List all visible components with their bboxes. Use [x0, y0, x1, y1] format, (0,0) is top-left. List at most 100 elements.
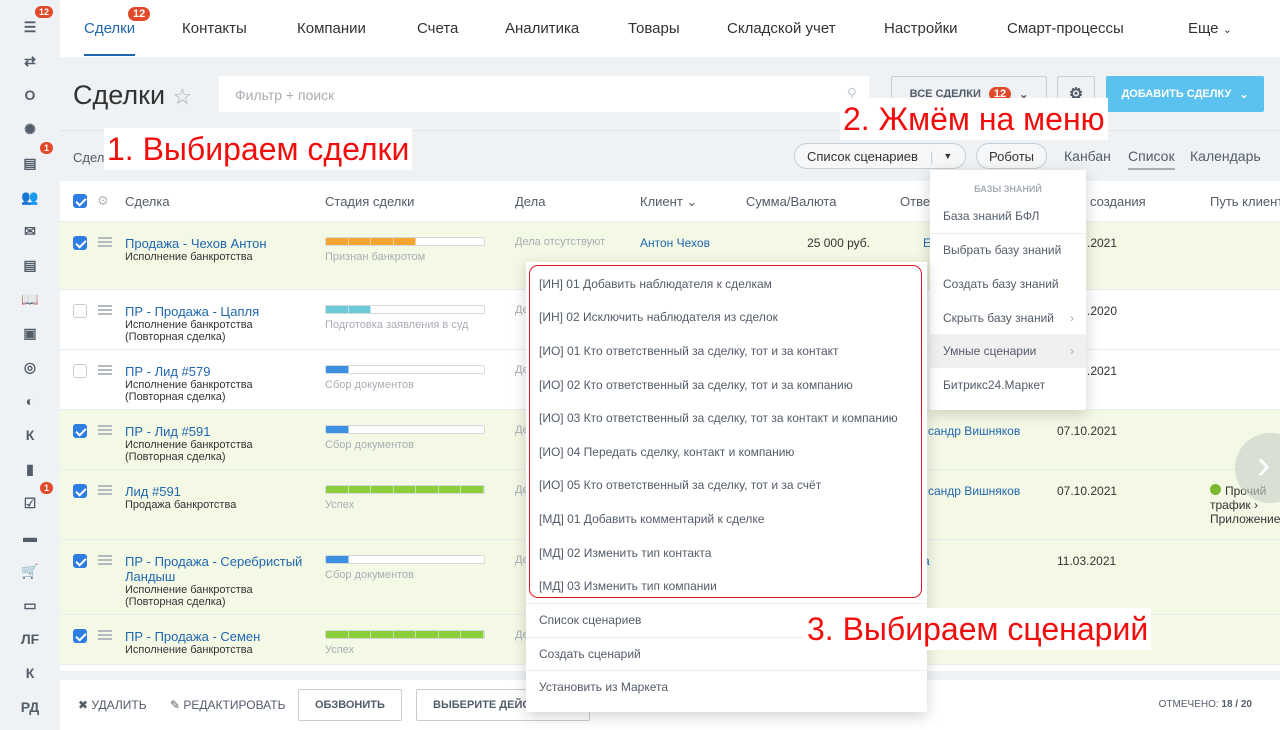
- scenario-menu-item[interactable]: [ИО] 04 Передать сделку, контакт и компа…: [526, 435, 927, 469]
- scenario-menu-item[interactable]: [МД] 03 Изменить тип компании: [526, 569, 927, 603]
- knowledge-menu-item[interactable]: Создать базу знаний: [930, 267, 1086, 301]
- stage-progress[interactable]: Подготовка заявления в суд: [325, 305, 485, 331]
- responsible-link[interactable]: сандр Вишняков: [928, 424, 1020, 438]
- knowledge-menu-item[interactable]: Умные сценарии ›: [930, 334, 1086, 368]
- tab-more[interactable]: Еще ⌄: [1188, 20, 1232, 37]
- tab-contacts[interactable]: Контакты: [182, 20, 247, 37]
- view-list[interactable]: Список: [1128, 148, 1175, 170]
- tab-smart-processes[interactable]: Смарт-процессы: [1007, 20, 1124, 37]
- row-checkbox[interactable]: [73, 554, 87, 568]
- sidebar-item-chart-icon[interactable]: ▮: [15, 454, 45, 484]
- stage-progress[interactable]: Успех: [325, 485, 485, 511]
- tab-invoices[interactable]: Счета: [417, 20, 458, 37]
- deal-name-link[interactable]: ПР - Продажа - Серебристый Ландыш: [125, 554, 305, 584]
- knowledge-menu-item[interactable]: Выбрать базу знаний: [930, 234, 1086, 268]
- stage-progress[interactable]: Сбор документов: [325, 425, 485, 451]
- row-checkbox[interactable]: [73, 236, 87, 250]
- call-button[interactable]: ОБЗВОНИТЬ: [298, 689, 402, 721]
- sidebar-item-letter[interactable]: О: [15, 80, 45, 110]
- sidebar-item-letter[interactable]: К: [15, 658, 45, 688]
- edit-button[interactable]: ✎ РЕДАКТИРОВАТЬ: [170, 698, 285, 712]
- sidebar-item-letter[interactable]: РД: [15, 692, 45, 722]
- sidebar-item-moon-icon[interactable]: ◐: [15, 386, 45, 416]
- select-all-checkbox[interactable]: [73, 194, 87, 208]
- column-sum[interactable]: Сумма/Валюта: [746, 194, 836, 209]
- column-responsible[interactable]: Отве: [900, 194, 930, 209]
- scenario-menu-item[interactable]: [ИО] 01 Кто ответственный за сделку, тот…: [526, 334, 927, 368]
- sidebar-item-sites-icon[interactable]: ✺: [15, 114, 45, 144]
- client-link[interactable]: Антон Чехов: [640, 236, 710, 250]
- robots-button[interactable]: Роботы: [976, 143, 1048, 169]
- scenario-menu-item[interactable]: [ИО] 03 Кто ответственный за сделку, тот…: [526, 401, 927, 435]
- sidebar-item-task-icon[interactable]: ☑ 1: [15, 482, 53, 518]
- deal-name-link[interactable]: Лид #591: [125, 484, 305, 499]
- row-checkbox[interactable]: [73, 364, 87, 378]
- row-checkbox[interactable]: [73, 629, 87, 643]
- row-checkbox[interactable]: [73, 304, 87, 318]
- sidebar-item-letter[interactable]: К: [15, 420, 45, 450]
- column-route[interactable]: Путь клиент: [1210, 194, 1280, 209]
- deal-name-link[interactable]: ПР - Продажа - Семен: [125, 629, 305, 644]
- sidebar-item-cash-register-icon[interactable]: ▬: [15, 522, 45, 552]
- sidebar-item-filter-icon[interactable]: ☰ 12: [15, 6, 53, 42]
- stage-progress[interactable]: Сбор документов: [325, 555, 485, 581]
- search-input[interactable]: Фильтр + поиск ⚲: [219, 76, 869, 112]
- scenario-menu-item[interactable]: [ИО] 02 Кто ответственный за сделку, тот…: [526, 368, 927, 402]
- scenario-menu-item[interactable]: [ИО] 05 Кто ответственный за сделку, тот…: [526, 469, 927, 503]
- add-deal-button[interactable]: ДОБАВИТЬ СДЕЛКУ ⌄: [1106, 76, 1264, 112]
- drag-handle-icon[interactable]: [98, 237, 112, 247]
- column-deal[interactable]: Сделка: [125, 194, 170, 209]
- sidebar-item-letter[interactable]: ЛF: [15, 624, 45, 654]
- deal-name-link[interactable]: Продажа - Чехов Антон: [125, 236, 305, 251]
- delete-button[interactable]: ✖ УДАЛИТЬ: [78, 698, 147, 712]
- tab-deals[interactable]: Сделки 12: [84, 7, 151, 56]
- deal-name-link[interactable]: ПР - Продажа - Цапля: [125, 304, 305, 319]
- scenario-menu-item[interactable]: [ИН] 01 Добавить наблюдателя к сделкам: [526, 267, 927, 301]
- row-checkbox[interactable]: [73, 484, 87, 498]
- sidebar-item-people-icon[interactable]: 👥: [15, 182, 45, 212]
- sidebar-item-book-icon[interactable]: 📖: [15, 284, 45, 314]
- sidebar-item-target-icon[interactable]: ◎: [15, 352, 45, 382]
- drag-handle-icon[interactable]: [98, 365, 112, 375]
- drag-handle-icon[interactable]: [98, 425, 112, 435]
- tab-products[interactable]: Товары: [628, 20, 680, 37]
- stage-progress[interactable]: Успех: [325, 630, 485, 656]
- responsible-link[interactable]: сандр Вишняков: [928, 484, 1020, 498]
- sidebar-item-document-icon[interactable]: ▤: [15, 250, 45, 280]
- stage-progress[interactable]: Признан банкротом: [325, 237, 485, 263]
- scenario-footer-item[interactable]: Установить из Маркета: [526, 670, 927, 704]
- view-kanban[interactable]: Канбан: [1064, 148, 1111, 164]
- scenarios-button[interactable]: Список сценариев | ▼: [794, 143, 966, 169]
- row-checkbox[interactable]: [73, 424, 87, 438]
- scenario-menu-item[interactable]: [МД] 01 Добавить комментарий к сделке: [526, 502, 927, 536]
- scenario-menu-item[interactable]: [МД] 02 Изменить тип контакта: [526, 536, 927, 570]
- column-tasks[interactable]: Дела: [515, 194, 545, 209]
- star-icon[interactable]: ☆: [173, 84, 193, 109]
- stage-progress[interactable]: Сбор документов: [325, 365, 485, 391]
- drag-handle-icon[interactable]: [98, 305, 112, 315]
- column-created[interactable]: создания: [1090, 194, 1146, 209]
- tab-settings[interactable]: Настройки: [884, 20, 958, 37]
- column-client[interactable]: Клиент ⌄: [640, 194, 697, 210]
- knowledge-menu-item[interactable]: Битрикс24.Маркет: [930, 368, 1086, 402]
- view-calendar[interactable]: Календарь: [1190, 148, 1261, 164]
- sidebar-item-cart-icon[interactable]: 🛒: [15, 556, 45, 586]
- sidebar-item-calendar-icon[interactable]: ▤ 1: [15, 142, 53, 178]
- tab-companies[interactable]: Компании: [297, 20, 366, 37]
- drag-handle-icon[interactable]: [98, 630, 112, 640]
- column-stage[interactable]: Стадия сделки: [325, 194, 414, 209]
- sidebar-item-mail-icon[interactable]: ✉: [15, 216, 45, 246]
- drag-handle-icon[interactable]: [98, 485, 112, 495]
- knowledge-menu-item[interactable]: База знаний БФЛ: [930, 200, 1086, 234]
- scenario-menu-item[interactable]: [ИН] 02 Исключить наблюдателя из сделок: [526, 301, 927, 335]
- caret-down-icon[interactable]: ▼: [943, 151, 952, 161]
- drag-handle-icon[interactable]: [98, 555, 112, 565]
- tab-analytics[interactable]: Аналитика: [505, 20, 579, 37]
- sidebar-item-contact-card-icon[interactable]: ▣: [15, 318, 45, 348]
- sidebar-item-sync-icon[interactable]: ⇄: [15, 46, 45, 76]
- knowledge-menu-item[interactable]: Скрыть базу знаний ›: [930, 301, 1086, 335]
- deal-name-link[interactable]: ПР - Лид #579: [125, 364, 305, 379]
- deal-name-link[interactable]: ПР - Лид #591: [125, 424, 305, 439]
- sidebar-item-window-icon[interactable]: ▭: [15, 590, 45, 620]
- gear-icon[interactable]: ⚙: [97, 193, 109, 209]
